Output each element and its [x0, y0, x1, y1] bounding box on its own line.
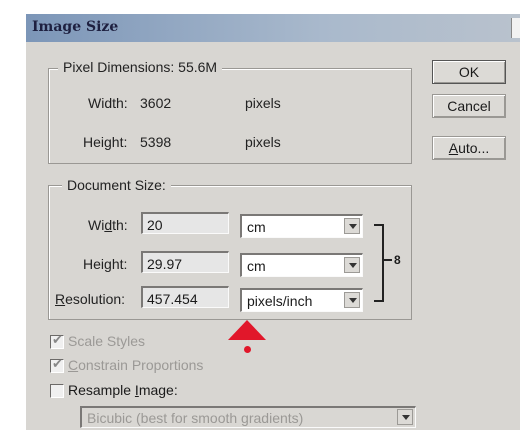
ok-button[interactable]: OK: [432, 60, 506, 84]
pixel-height-value: 5398: [140, 134, 172, 150]
constrain-link-bracket: [374, 224, 384, 302]
chain-link-icon: 8: [394, 253, 401, 267]
document-size-legend: Document Size:: [62, 177, 171, 193]
chevron-down-icon[interactable]: [397, 409, 413, 425]
scale-styles-label: Scale Styles: [68, 333, 146, 349]
doc-height-label: Height:: [83, 256, 128, 272]
constrain-proportions-label: Constrain Proportions: [68, 357, 204, 373]
pixel-dimensions-legend: Pixel Dimensions: 55.6M: [58, 59, 223, 75]
resolution-label: Resolution:: [55, 291, 126, 307]
constrain-proportions-checkbox[interactable]: ✔: [50, 356, 64, 373]
cancel-button[interactable]: Cancel: [432, 94, 506, 118]
annotation-dot: [244, 346, 251, 353]
doc-width-unit-select[interactable]: cm: [240, 214, 363, 238]
resolution-field[interactable]: 457.454: [141, 286, 229, 308]
doc-height-field[interactable]: 29.97: [141, 251, 229, 273]
doc-width-label: Width:: [88, 217, 128, 233]
resample-method-select[interactable]: Bicubic (best for smooth gradients): [80, 406, 416, 428]
check-icon: ✔: [52, 332, 63, 347]
title-bar: Image Size: [26, 14, 520, 42]
pixel-width-unit: pixels: [245, 95, 281, 111]
link-bracket-tick: [382, 259, 392, 261]
doc-width-field[interactable]: 20: [141, 212, 229, 234]
doc-height-unit-value: cm: [247, 258, 266, 274]
chevron-down-icon[interactable]: [344, 218, 360, 234]
doc-height-unit-select[interactable]: cm: [240, 253, 363, 277]
doc-width-unit-value: cm: [247, 219, 266, 235]
resolution-unit-select[interactable]: pixels/inch: [240, 288, 363, 312]
pixel-height-label: Height:: [83, 134, 128, 150]
resample-image-checkbox[interactable]: [50, 384, 64, 398]
auto-button[interactable]: Auto...: [432, 136, 506, 160]
dialog-title: Image Size: [32, 19, 119, 35]
close-icon[interactable]: [511, 18, 520, 38]
chevron-down-icon[interactable]: [344, 257, 360, 273]
pixel-height-unit: pixels: [245, 134, 281, 150]
annotation-arrow-icon: [228, 320, 266, 340]
pixel-width-value: 3602: [140, 95, 172, 111]
scale-styles-checkbox[interactable]: ✔: [50, 332, 64, 349]
resample-method-value: Bicubic (best for smooth gradients): [87, 410, 304, 426]
resolution-unit-value: pixels/inch: [247, 293, 313, 309]
resample-image-label: Resample Image:: [68, 382, 178, 398]
pixel-dimensions-size: 55.6M: [178, 59, 218, 75]
pixel-width-label: Width:: [88, 95, 128, 111]
chevron-down-icon[interactable]: [344, 292, 360, 308]
check-icon: ✔: [52, 356, 63, 371]
